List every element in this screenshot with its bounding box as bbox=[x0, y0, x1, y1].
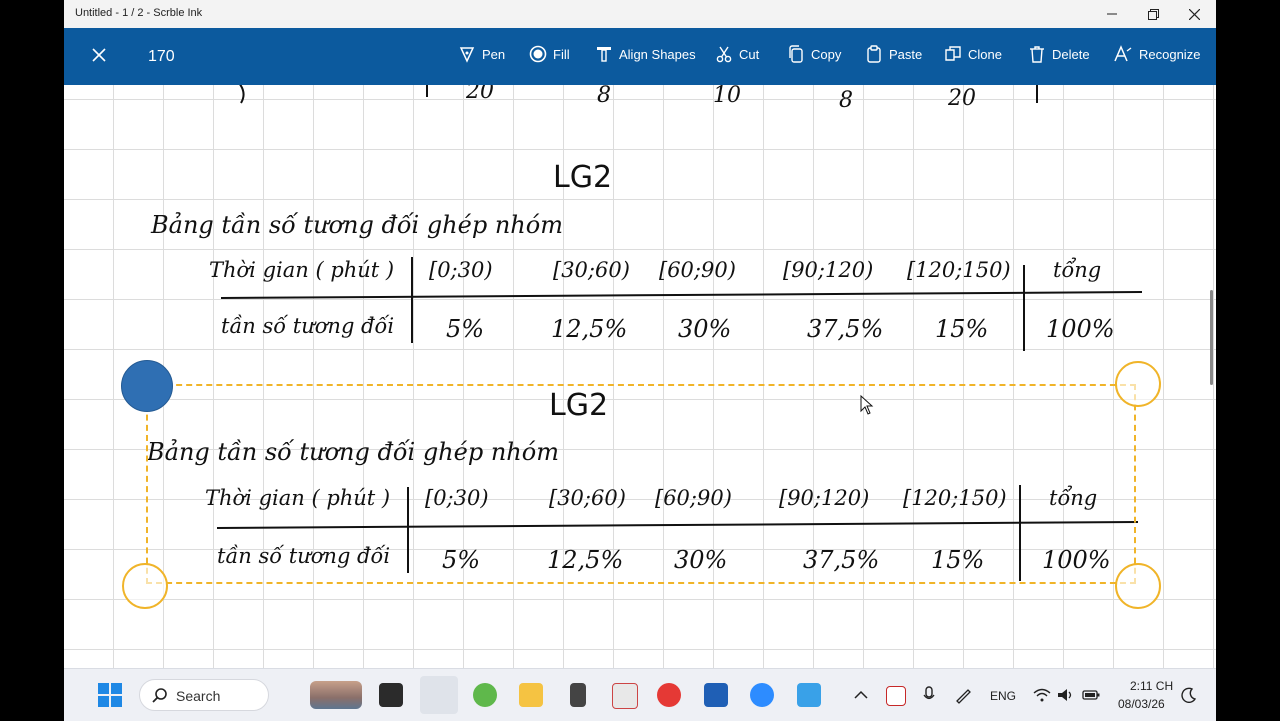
search-highlight-image[interactable] bbox=[310, 681, 362, 709]
clock-date[interactable]: 08/03/26 bbox=[1118, 697, 1165, 711]
align-shapes-label: Align Shapes bbox=[619, 46, 696, 62]
close-window-button[interactable] bbox=[1174, 0, 1214, 28]
copy-label: Copy bbox=[811, 46, 842, 62]
phone-link-icon[interactable] bbox=[570, 683, 586, 707]
recognize-label: Recognize bbox=[1139, 46, 1201, 62]
pdf-tray-icon[interactable] bbox=[886, 686, 906, 706]
top-partial-value: 8 bbox=[597, 85, 611, 108]
task-view-icon[interactable] bbox=[379, 683, 403, 707]
volume-icon[interactable] bbox=[1057, 688, 1075, 702]
pen-button[interactable]: Pen bbox=[458, 45, 505, 63]
column-label: [0;30) bbox=[429, 258, 493, 282]
resize-handle-bottom-right[interactable] bbox=[1115, 563, 1161, 609]
align-shapes-button[interactable]: Align Shapes bbox=[595, 45, 696, 63]
fill-button[interactable]: Fill bbox=[529, 45, 570, 63]
photos-icon[interactable] bbox=[797, 683, 821, 707]
column-label: [60;90) bbox=[659, 258, 736, 282]
start-button[interactable] bbox=[98, 683, 122, 707]
column-label: [30;60) bbox=[553, 258, 630, 282]
close-selection-button[interactable] bbox=[88, 44, 110, 66]
recognize-icon bbox=[1114, 45, 1132, 62]
app-icon[interactable] bbox=[473, 683, 497, 707]
microphone-icon[interactable] bbox=[923, 686, 935, 704]
value-cell: 5% bbox=[446, 315, 484, 343]
clock-time[interactable]: 2:11 CH bbox=[1130, 679, 1173, 693]
pen-icon bbox=[459, 47, 475, 63]
fill-icon bbox=[529, 45, 547, 63]
rotate-handle[interactable] bbox=[121, 360, 173, 412]
close-icon bbox=[92, 48, 106, 62]
top-partial-value: 10 bbox=[713, 85, 741, 108]
minimize-button[interactable] bbox=[1092, 0, 1132, 28]
selection-rectangle[interactable] bbox=[146, 384, 1136, 584]
pen-menu-icon[interactable] bbox=[954, 686, 972, 704]
original-table-block: LG2 Bảng tần số tương đối ghép nhóm Thời… bbox=[150, 160, 1143, 351]
value-cell: 15% bbox=[935, 315, 988, 343]
row-header-time: Thời gian ( phút ) bbox=[209, 258, 394, 282]
fill-label: Fill bbox=[553, 46, 570, 62]
window-title: Untitled - 1 / 2 - Scrble Ink bbox=[75, 7, 203, 19]
trash-icon bbox=[1030, 46, 1044, 63]
table-title: Bảng tần số tương đối ghép nhóm bbox=[150, 211, 563, 239]
chevron-up-icon[interactable] bbox=[854, 690, 868, 700]
scissors-icon bbox=[716, 46, 732, 63]
cut-button[interactable]: Cut bbox=[715, 45, 759, 63]
clone-label: Clone bbox=[968, 46, 1002, 62]
recognize-button[interactable]: Recognize bbox=[1113, 45, 1200, 63]
focus-moon-icon[interactable] bbox=[1181, 687, 1197, 703]
word-icon[interactable] bbox=[704, 683, 728, 707]
snipping-tool-icon[interactable] bbox=[612, 683, 638, 709]
cut-label: Cut bbox=[739, 46, 760, 62]
zoom-icon[interactable] bbox=[750, 683, 774, 707]
value-cell: 37,5% bbox=[807, 315, 883, 343]
windows-logo-icon bbox=[98, 683, 122, 707]
ink-canvas[interactable]: 20 8 10 8 20 LG2 Bảng tần số tương đối g… bbox=[64, 85, 1216, 668]
language-indicator[interactable]: ENG bbox=[990, 689, 1016, 703]
scrble-ink-window: Untitled - 1 / 2 - Scrble Ink 170 Pen Fi… bbox=[64, 0, 1216, 668]
top-partial-value: 20 bbox=[947, 86, 976, 111]
heading: LG2 bbox=[553, 160, 612, 195]
resize-handle-top-right[interactable] bbox=[1115, 361, 1161, 407]
paste-button[interactable]: Paste bbox=[865, 45, 922, 63]
chrome-icon[interactable] bbox=[657, 683, 681, 707]
pen-label: Pen bbox=[482, 46, 506, 62]
windows-taskbar: Search ENG 2:11 CH 08/03/26 bbox=[64, 668, 1216, 721]
value-cell: 12,5% bbox=[551, 315, 627, 343]
value-cell: 30% bbox=[678, 315, 731, 343]
paste-icon bbox=[867, 45, 881, 63]
scrble-ink-taskbar-icon[interactable] bbox=[420, 676, 458, 714]
column-label: tổng bbox=[1053, 258, 1101, 282]
paste-label: Paste bbox=[889, 46, 923, 62]
row-header-frequency: tần số tương đối bbox=[221, 314, 394, 338]
align-shapes-icon bbox=[597, 47, 611, 62]
column-label: [120;150) bbox=[907, 258, 1011, 282]
selection-count: 170 bbox=[148, 48, 175, 65]
search-label: Search bbox=[176, 688, 221, 704]
delete-label: Delete bbox=[1052, 46, 1090, 62]
column-label: [90;120) bbox=[783, 258, 873, 282]
copy-button[interactable]: Copy bbox=[787, 45, 841, 63]
search-icon bbox=[152, 688, 167, 703]
selection-toolbar: 170 Pen Fill Align Shapes Cut Copy Paste… bbox=[64, 28, 1216, 85]
resize-handle-bottom-left[interactable] bbox=[122, 563, 168, 609]
value-cell: 100% bbox=[1046, 315, 1115, 343]
taskbar-search-box[interactable]: Search bbox=[139, 679, 269, 711]
file-explorer-icon[interactable] bbox=[519, 683, 543, 707]
top-partial-value: 8 bbox=[839, 88, 853, 113]
battery-icon[interactable] bbox=[1082, 688, 1100, 702]
clone-button[interactable]: Clone bbox=[944, 45, 1002, 63]
wifi-icon[interactable] bbox=[1033, 688, 1051, 702]
clone-icon bbox=[945, 46, 961, 61]
delete-button[interactable]: Delete bbox=[1028, 45, 1090, 63]
title-bar: Untitled - 1 / 2 - Scrble Ink bbox=[64, 0, 1216, 28]
top-partial-value: 20 bbox=[465, 85, 494, 104]
copy-icon bbox=[789, 45, 803, 63]
maximize-button[interactable] bbox=[1133, 0, 1173, 28]
vertical-scrollbar[interactable] bbox=[1210, 290, 1213, 385]
